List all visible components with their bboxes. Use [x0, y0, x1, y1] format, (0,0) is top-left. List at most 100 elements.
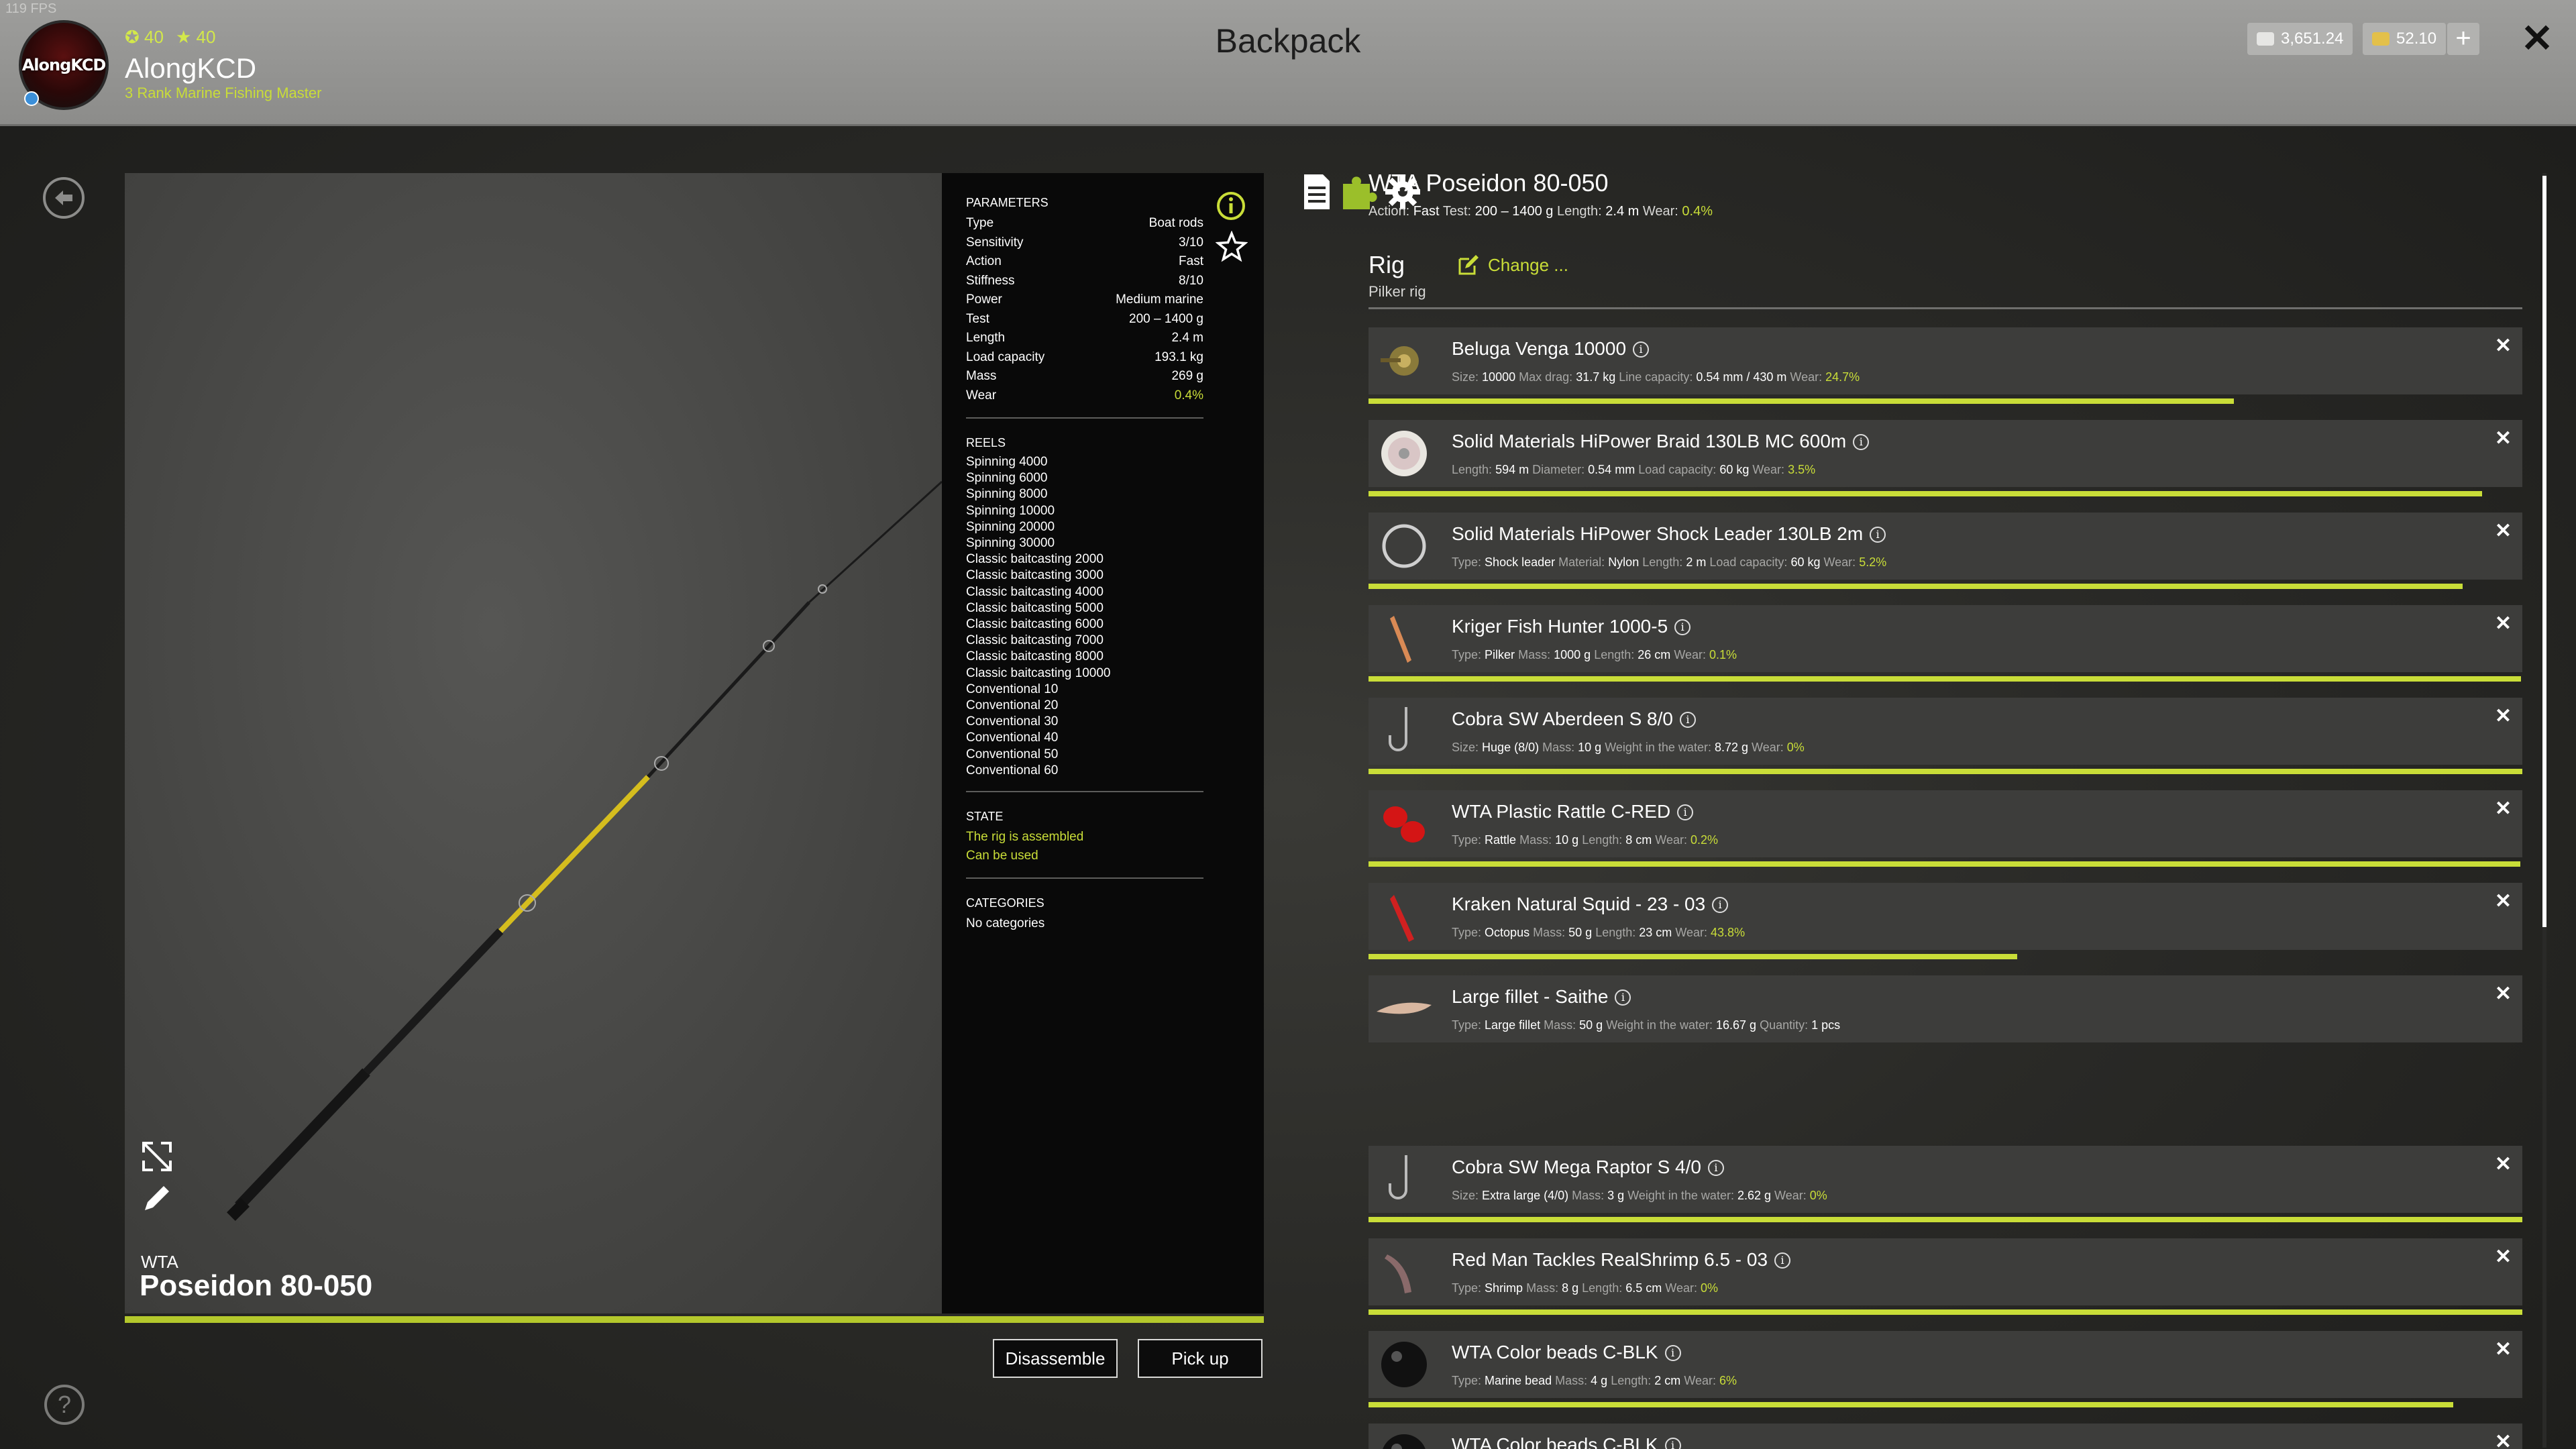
detail-value: Extra large (4/0) — [1482, 1189, 1569, 1202]
reel-compat-item: Conventional 10 — [966, 682, 1059, 696]
item-summary: Action: Fast Test: 200 – 1400 g Length: … — [1368, 204, 1713, 219]
rig-component-card[interactable]: WTA Plastic Rattle C-RED i Type: Rattle Ma… — [1368, 790, 2522, 867]
favorite-star-icon[interactable] — [1216, 231, 1248, 263]
component-details: Size: Extra large (4/0) Mass: 3 g Weight… — [1452, 1189, 1827, 1203]
remove-component-icon[interactable]: ✕ — [2495, 519, 2512, 543]
wear-value: 24.7% — [1825, 370, 1860, 384]
detail-label: Wear: — [1752, 741, 1784, 754]
detail-label: Type: — [1452, 648, 1482, 661]
info-small-icon[interactable]: i — [1633, 341, 1650, 358]
info-small-icon[interactable]: i — [1664, 1438, 1681, 1449]
info-small-icon[interactable]: i — [1677, 804, 1694, 820]
player-rank: 3 Rank Marine Fishing Master — [125, 85, 322, 101]
top-bar: 119 FPS AlongKCD ✪ 40 ★ 40 AlongKCD 3 Ra… — [0, 0, 2576, 126]
parameter-value: 8/10 — [1179, 273, 1203, 288]
pickup-button[interactable]: Pick up — [1138, 1339, 1263, 1378]
parameter-row: Power Medium marine — [966, 290, 1203, 310]
rig-component-card[interactable]: Kriger Fish Hunter 1000-5 i Type: Pilker M… — [1368, 605, 2522, 682]
info-small-icon[interactable]: i — [1853, 434, 1870, 450]
rig-component-card[interactable]: Cobra SW Aberdeen S 8/0 i Size: Huge (8/0)… — [1368, 698, 2522, 774]
rod-preview[interactable]: WTA Poseidon 80-050 — [125, 173, 942, 1313]
rig-component-card[interactable]: WTA Color beads C-BLKi Type: Marine bead … — [1368, 1331, 2522, 1407]
reel-icon — [1374, 333, 1434, 389]
remove-component-icon[interactable]: ✕ — [2495, 334, 2512, 358]
detail-label: Mass: — [1572, 1189, 1605, 1202]
info-small-icon[interactable]: i — [1870, 527, 1886, 543]
rig-component-card[interactable]: Red Man Tackles RealShrimp 6.5 - 03 i Type… — [1368, 1238, 2522, 1315]
remove-component-icon[interactable]: ✕ — [2495, 1430, 2512, 1449]
disassemble-button[interactable]: Disassemble — [993, 1339, 1118, 1378]
parameter-row: Mass 269 g — [966, 367, 1203, 386]
wear-bar — [1368, 861, 2520, 867]
info-small-icon[interactable]: i — [1712, 897, 1729, 913]
detail-label: Mass: — [1519, 833, 1552, 847]
parameter-value: 0.4% — [1174, 388, 1203, 402]
reel-compat-item: Classic baitcasting 7000 — [966, 633, 1104, 648]
remove-component-icon[interactable]: ✕ — [2495, 1338, 2512, 1361]
remove-component-icon[interactable]: ✕ — [2495, 890, 2512, 913]
detail-label: Quantity: — [1760, 1018, 1809, 1032]
wear-value: 43.8% — [1711, 926, 1746, 939]
component-name-text: Solid Materials HiPower Braid 130LB MC 6… — [1452, 431, 1847, 451]
rig-component-card[interactable]: Cobra SW Mega Raptor S 4/0 i Size: Extra l… — [1368, 1146, 2522, 1222]
remove-component-icon[interactable]: ✕ — [2495, 1152, 2512, 1176]
fullscreen-icon[interactable] — [138, 1138, 176, 1175]
wear-bar — [1368, 676, 2521, 682]
scrollbar-thumb[interactable] — [2542, 176, 2546, 927]
info-small-icon[interactable]: i — [1774, 1252, 1791, 1269]
parameter-label: Power — [966, 292, 1002, 307]
rig-component-card[interactable]: Solid Materials HiPower Braid 130LB MC 6… — [1368, 420, 2522, 496]
rig-component-card[interactable]: Beluga Venga 10000 i Size: 10000 Max drag:… — [1368, 327, 2522, 404]
info-icon[interactable] — [1216, 191, 1246, 221]
detail-label: Type: — [1452, 926, 1482, 939]
rig-component-card[interactable]: Kraken Natural Squid - 23 - 03 i Type: Oct… — [1368, 883, 2522, 959]
detail-label: Wear: — [1674, 648, 1706, 661]
detail-label: Wear: — [1684, 1374, 1717, 1387]
back-button[interactable] — [43, 177, 85, 219]
detail-label: Mass: — [1518, 648, 1551, 661]
buy-currency-button[interactable]: + — [2447, 23, 2479, 55]
detail-value: Huge (8/0) — [1482, 741, 1540, 754]
parameter-value: Medium marine — [1116, 292, 1203, 307]
pencil-icon[interactable] — [138, 1179, 176, 1217]
component-name-text: Cobra SW Mega Raptor S 4/0 — [1452, 1157, 1701, 1177]
hook-icon — [1374, 703, 1434, 759]
help-button[interactable]: ? — [44, 1385, 85, 1425]
rig-component-card[interactable]: Large fillet - Saithe i Type: Large fillet… — [1368, 975, 2522, 1042]
fps-counter: 119 FPS — [5, 1, 57, 16]
remove-component-icon[interactable]: ✕ — [2495, 704, 2512, 728]
remove-component-icon[interactable]: ✕ — [2495, 1245, 2512, 1269]
rig-component-card[interactable]: Solid Materials HiPower Shock Leader 130… — [1368, 513, 2522, 589]
detail-value: 8 cm — [1625, 833, 1652, 847]
remove-component-icon[interactable]: ✕ — [2495, 982, 2512, 1006]
component-details: Type: Marine bead Mass: 4 g Length: 2 cm… — [1452, 1374, 1737, 1388]
component-name: Beluga Venga 10000 i — [1452, 338, 1650, 360]
info-small-icon[interactable]: i — [1707, 1160, 1724, 1176]
reel-compat-item: Classic baitcasting 3000 — [966, 568, 1104, 583]
detail-value: Marine bead — [1485, 1374, 1552, 1387]
line-spool-icon — [1374, 425, 1434, 482]
remove-component-icon[interactable]: ✕ — [2495, 612, 2512, 635]
info-small-icon[interactable]: i — [1674, 619, 1691, 635]
info-small-icon[interactable]: i — [1615, 989, 1631, 1006]
rig-component-card[interactable]: WTA Color beads C-BLKiType: Marine bead … — [1368, 1424, 2522, 1449]
document-icon[interactable] — [1296, 172, 1336, 212]
change-rig-button[interactable]: Change ... — [1457, 254, 1568, 276]
reel-compat-item: Classic baitcasting 5000 — [966, 600, 1104, 615]
remove-component-icon[interactable]: ✕ — [2495, 797, 2512, 820]
detail-value: 4 g — [1591, 1374, 1608, 1387]
component-name: WTA Color beads C-BLK i — [1452, 1342, 1681, 1363]
parameter-label: Wear — [966, 388, 997, 402]
parameter-value: 2.4 m — [1171, 331, 1203, 345]
edit-icon — [1458, 255, 1479, 275]
info-small-icon[interactable]: i — [1679, 712, 1696, 728]
parameter-label: Stiffness — [966, 273, 1015, 288]
info-small-icon[interactable]: i — [1664, 1345, 1681, 1361]
rig-title: Rig — [1368, 251, 1405, 278]
remove-component-icon[interactable]: ✕ — [2495, 427, 2512, 450]
parameter-label: Type — [966, 216, 994, 230]
detail-value: 50 g — [1579, 1018, 1603, 1032]
parameter-row: Wear 0.4% — [966, 386, 1203, 406]
close-button[interactable]: ✕ — [2517, 19, 2557, 59]
component-name-text: Kraken Natural Squid - 23 - 03 — [1452, 894, 1706, 914]
